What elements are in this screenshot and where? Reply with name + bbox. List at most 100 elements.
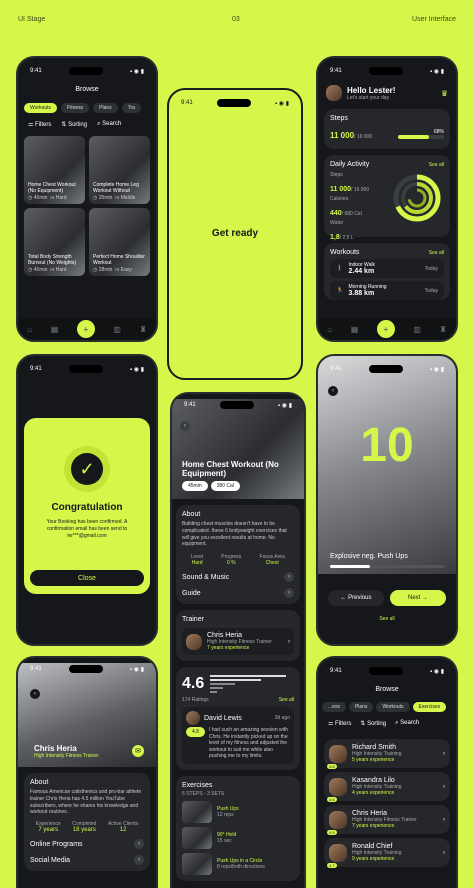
workout-day: Today xyxy=(424,265,438,272)
home-icon[interactable]: ⌂ xyxy=(327,325,332,334)
see-all-link[interactable]: See all xyxy=(279,697,294,703)
phone-dashboard: 9:41 ▪ ◉ ▮ Hello Lester! Let's start your … xyxy=(316,56,458,342)
profile-about-card: About Famous American calisthenics and p… xyxy=(24,773,150,871)
filters-button[interactable]: ⚌ Filters xyxy=(328,720,351,727)
phone-browse-trainers: 9:41 ▪ ◉ ▮ Browse ...ess Plans Workouts E… xyxy=(316,656,458,888)
trainer-item[interactable]: 4.7 Ronald Chief High Intensity Training 9 … xyxy=(324,838,450,868)
tab-plans[interactable]: Plans xyxy=(348,702,374,712)
see-all-link[interactable]: See all xyxy=(429,250,444,256)
previous-button[interactable]: ← Previous xyxy=(328,590,384,606)
phone-timer: 9:41 ▪ ◉ ▮ ‹ 10 Explosive neg. Push Ups ←… xyxy=(316,354,458,646)
filters-label: Filters xyxy=(335,721,352,727)
trophy-icon[interactable]: ♜ xyxy=(140,325,147,334)
home-icon[interactable]: ⌂ xyxy=(27,325,32,334)
run-icon: 🏃 xyxy=(336,288,344,294)
avatar[interactable] xyxy=(326,85,342,101)
phone-detail: 9:41 ▪ ◉ ▮ ‹ Home Chest Workout (No Equip… xyxy=(170,392,306,888)
phone-profile: 9:41 ▪ ◉ ▮ ‹ Chris Heria High Intensity Fi… xyxy=(16,656,158,888)
workouts-icon[interactable]: ▦ xyxy=(51,325,59,334)
duration-chip: 45min xyxy=(182,481,208,491)
guide-link[interactable]: Guide xyxy=(182,590,201,597)
back-button[interactable]: ‹ xyxy=(180,421,190,431)
stats-icon[interactable]: ▥ xyxy=(113,325,121,334)
next-button[interactable]: Next → xyxy=(390,590,446,606)
tab-training[interactable]: Tra xyxy=(121,103,141,113)
sound-music-link[interactable]: Sound & Music xyxy=(182,574,229,581)
completed-value: 18 years xyxy=(72,827,96,833)
steps-label: Steps xyxy=(330,115,348,122)
calories-goal: / 680 Cal xyxy=(341,211,362,217)
add-button[interactable]: + xyxy=(76,320,95,338)
trainer-rating: 4.6 xyxy=(327,796,337,802)
message-icon[interactable]: ✉ xyxy=(132,745,144,757)
search-button[interactable]: ⌕ Search xyxy=(395,720,419,727)
exercise-label: Explosive neg. Push Ups xyxy=(330,553,408,560)
activity-label: Daily Activity xyxy=(330,161,370,168)
review-age: 3d ago xyxy=(274,715,290,721)
close-button[interactable]: Close xyxy=(30,570,144,586)
workout-title: Total Body Strength Burnout (No Weights) xyxy=(28,254,76,266)
add-button[interactable]: + xyxy=(376,320,395,338)
greeting-sub: Let's start your day xyxy=(347,94,390,101)
online-programs-link[interactable]: Online Programs xyxy=(30,841,83,848)
exercise-item[interactable]: 90° Hold 15 sec xyxy=(182,826,294,849)
see-all-link[interactable]: See all xyxy=(429,162,444,168)
workout-item[interactable]: 🚶 Indoor Walk 2.44 km Today xyxy=(330,259,444,278)
filters-button[interactable]: ⚌ Filters xyxy=(28,121,51,128)
status-time: 9:41 xyxy=(30,666,42,672)
back-button[interactable]: ‹ xyxy=(30,689,40,699)
social-media-link[interactable]: Social Media xyxy=(30,857,70,864)
workout-level: Hard xyxy=(55,195,67,201)
activity-card[interactable]: Daily Activity See all Steps 11 000/ 16 0… xyxy=(324,155,450,241)
sorting-button[interactable]: ⇅ Sorting xyxy=(360,720,386,727)
trainer-experience: 5 years experience xyxy=(352,757,395,763)
tab-plans[interactable]: Plans xyxy=(93,103,118,113)
back-button[interactable]: ‹ xyxy=(328,386,338,396)
tab-fitness[interactable]: Fitness xyxy=(61,103,90,113)
see-all-link[interactable]: See all xyxy=(318,616,456,622)
header-right: User Interface xyxy=(412,16,456,23)
water-goal: / 2,5 L xyxy=(339,235,354,241)
getready-title: Get ready xyxy=(211,228,259,239)
workout-title: Home Chest Workout (No Equipment) xyxy=(182,460,279,478)
trainer-item[interactable]: 4.9 Chris Heria High Intensity Fitness Tra… xyxy=(324,805,450,835)
avatar xyxy=(329,810,347,829)
activity-steps-goal: / 16 000 xyxy=(351,187,370,193)
exercise-photo: 9:41 ▪ ◉ ▮ ‹ 10 Explosive neg. Push Ups xyxy=(318,356,456,574)
exercise-item[interactable]: Push Ups in a Circle 8 reps/both directio… xyxy=(182,852,294,875)
workout-duration: 45min xyxy=(33,267,48,273)
congrats-title: Congratulation xyxy=(51,502,123,513)
tab-exercises[interactable]: Exercises xyxy=(412,702,447,712)
tab-fitness[interactable]: ...ess xyxy=(322,702,346,712)
workouts-card: Workouts See all 🚶 Indoor Walk 2.44 km Today… xyxy=(324,243,450,300)
workout-card[interactable]: Perfect Home Shoulder Workout ◷ 28min ııı… xyxy=(89,208,150,276)
workout-card[interactable]: Complete Home Leg Workout Without ◷ 35min… xyxy=(89,136,150,204)
trainer-photo: 9:41 ▪ ◉ ▮ ‹ Chris Heria High Intensity Fi… xyxy=(18,663,156,767)
sorting-button[interactable]: ⇅ Sorting xyxy=(61,121,87,128)
search-button[interactable]: ⌕ Search xyxy=(97,121,121,128)
trainer-item[interactable]: 4.8 Richard Smith High Intensity Training 5… xyxy=(324,739,450,769)
trophy-icon[interactable]: ♜ xyxy=(440,325,447,334)
focus-value: Chest xyxy=(265,560,279,566)
tab-workouts[interactable]: Workouts xyxy=(376,702,410,712)
chevron-right-icon: › xyxy=(443,750,445,757)
trainer-item[interactable]: 4.6 Kasandra Lilo High Intensity Training 4… xyxy=(324,772,450,802)
stats-icon[interactable]: ▥ xyxy=(413,325,421,334)
status-time: 9:41 xyxy=(330,68,342,74)
tab-workouts[interactable]: Workouts xyxy=(24,103,58,113)
workouts-icon[interactable]: ▦ xyxy=(351,325,359,334)
workout-item[interactable]: 🏃 Morning Running 3.88 km Today xyxy=(330,281,444,300)
clients-value: 12 xyxy=(119,827,127,833)
exercise-item[interactable]: Push Ups 12 reps xyxy=(182,800,294,823)
workout-title: Home Chest Workout (No Equipment) xyxy=(28,182,76,194)
workout-card[interactable]: Total Body Strength Burnout (No Weights)… xyxy=(24,208,85,276)
trainer-row[interactable]: Chris Heria High Intensity Fitness Traine… xyxy=(182,628,294,655)
search-label: Search xyxy=(102,121,122,127)
level-value: Hard xyxy=(191,560,203,566)
workout-card[interactable]: Home Chest Workout (No Equipment) ◷ 45min… xyxy=(24,136,85,204)
exercise-name: Push Ups xyxy=(217,805,239,812)
trophy-icon[interactable]: ♛ xyxy=(441,89,448,98)
status-time: 9:41 xyxy=(30,366,42,372)
steps-card[interactable]: Steps 11 000/ 16 000 68% xyxy=(324,109,450,149)
page-title: Browse xyxy=(375,686,399,693)
